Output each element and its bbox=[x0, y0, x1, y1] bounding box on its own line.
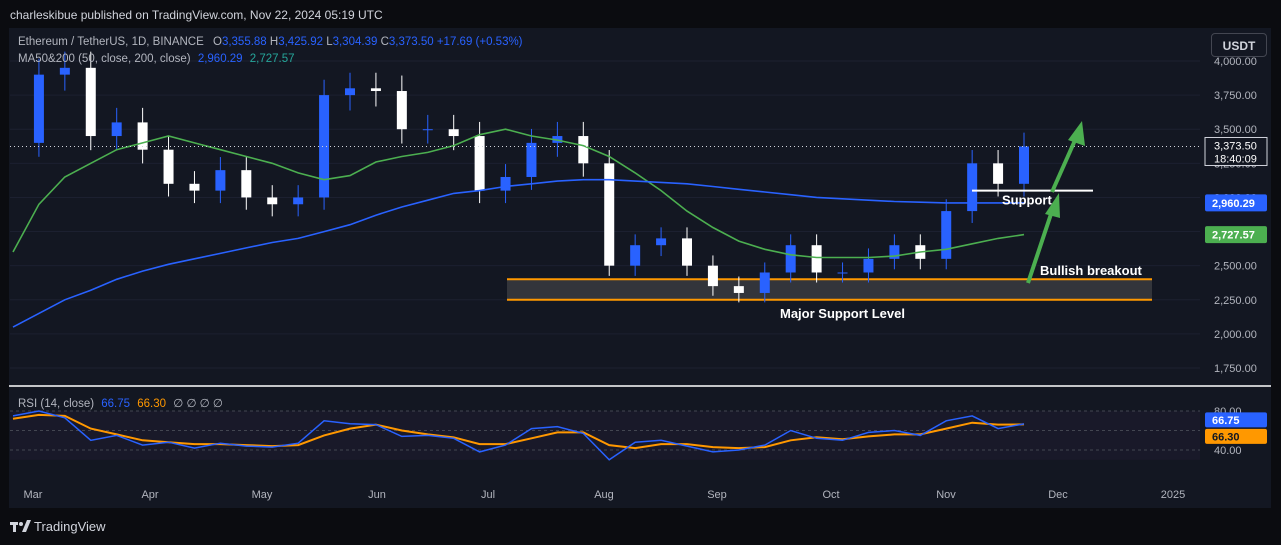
tradingview-logo-icon bbox=[10, 520, 31, 532]
candle bbox=[370, 88, 381, 92]
candle bbox=[267, 197, 278, 205]
ma200-line bbox=[12, 178, 1024, 328]
candle bbox=[604, 163, 615, 266]
bullish-breakout-label: Bullish breakout bbox=[1040, 263, 1143, 278]
change-value: +17.69 (+0.53%) bbox=[436, 36, 523, 48]
grid bbox=[9, 60, 1271, 387]
major-support-label: Major Support Level bbox=[780, 306, 905, 321]
symbol-name: Ethereum / TetherUS, 1D, BINANCE bbox=[18, 36, 204, 48]
price-tick: 3,500.00 bbox=[1214, 124, 1257, 136]
rsi-tick: 40.00 bbox=[1214, 445, 1242, 457]
price-tick: 2,250.00 bbox=[1214, 295, 1257, 307]
symbol-legend: Ethereum / TetherUS, 1D, BINANCE O3,355.… bbox=[18, 36, 523, 48]
rsi-band bbox=[10, 411, 1200, 460]
high-value: 3,425.92 bbox=[278, 36, 323, 48]
candle bbox=[474, 136, 485, 191]
rsi-extra: ∅ ∅ ∅ ∅ bbox=[173, 398, 223, 410]
rsi-ma-tag: 66.30 bbox=[1212, 431, 1240, 443]
price-tick: 2,000.00 bbox=[1214, 329, 1257, 341]
candle bbox=[630, 245, 641, 266]
ma-label: MA50&200 (50, close, 200, close) bbox=[18, 53, 191, 65]
candle bbox=[759, 272, 770, 293]
candle bbox=[293, 197, 304, 205]
time-tick: Jun bbox=[368, 489, 386, 501]
close-label: C bbox=[380, 36, 389, 48]
arrow-shaft-upper bbox=[1050, 137, 1078, 193]
ma200-value: 2,727.57 bbox=[249, 53, 295, 65]
price-axis: 4,000.003,750.003,500.003,250.003,000.00… bbox=[1204, 56, 1268, 457]
candle bbox=[733, 286, 744, 293]
currency-button[interactable]: USDT bbox=[1211, 33, 1267, 57]
rsi-panel bbox=[10, 410, 1200, 461]
arrow-head-upper bbox=[1068, 121, 1085, 146]
high-label: H bbox=[269, 36, 279, 48]
candle bbox=[656, 238, 667, 246]
candle bbox=[941, 211, 952, 259]
rsi-ma-value: 66.30 bbox=[137, 398, 167, 410]
time-tick: Jul bbox=[481, 489, 495, 501]
candles bbox=[33, 51, 1029, 303]
candle bbox=[111, 122, 122, 137]
countdown-tag: 18:40:09 bbox=[1214, 153, 1257, 165]
ma50-line bbox=[12, 128, 1025, 259]
candle bbox=[59, 67, 70, 75]
time-axis: Mar Apr May Jun Jul Aug Sep Oct Nov Dec 2025 bbox=[24, 489, 1186, 501]
support-zone bbox=[507, 278, 1152, 301]
candle bbox=[500, 176, 511, 191]
ma200-tag: 2,960.29 bbox=[1212, 198, 1255, 210]
rsi-value: 66.75 bbox=[101, 398, 131, 410]
time-tick: Nov bbox=[936, 489, 956, 501]
close-value: 3,373.50 bbox=[388, 36, 434, 48]
price-tick: 3,750.00 bbox=[1214, 90, 1257, 102]
open-label: O bbox=[212, 36, 222, 48]
candle bbox=[189, 183, 200, 191]
candle bbox=[137, 122, 148, 150]
candle bbox=[967, 163, 978, 212]
candle bbox=[993, 163, 1004, 184]
candle bbox=[526, 142, 537, 177]
ma50-value: 2,960.29 bbox=[197, 53, 243, 65]
candle bbox=[319, 95, 330, 198]
candle bbox=[345, 88, 355, 96]
time-tick: Apr bbox=[141, 489, 158, 501]
candle bbox=[837, 272, 848, 274]
time-tick: Mar bbox=[24, 489, 43, 501]
support-label: Support bbox=[1002, 193, 1052, 208]
candle bbox=[863, 258, 874, 273]
candle bbox=[396, 91, 407, 130]
candle bbox=[811, 245, 822, 273]
candle bbox=[33, 74, 44, 143]
candle bbox=[707, 265, 718, 287]
time-tick: Dec bbox=[1048, 489, 1068, 501]
rsi-label: RSI (14, close) bbox=[18, 398, 95, 410]
candle bbox=[785, 245, 796, 273]
ma-legend: MA50&200 (50, close, 200, close) 2,960.2… bbox=[18, 53, 295, 65]
last-price-tag: 3,373.50 bbox=[1214, 140, 1257, 152]
time-tick: Aug bbox=[594, 489, 614, 501]
price-tick: 2,500.00 bbox=[1214, 261, 1257, 273]
candle bbox=[85, 67, 96, 137]
price-tick: 1,750.00 bbox=[1214, 363, 1257, 375]
time-tick: Oct bbox=[822, 489, 839, 501]
open-value: 3,355.88 bbox=[221, 36, 267, 48]
candle bbox=[682, 238, 692, 266]
tradingview-brand: TradingView bbox=[34, 519, 106, 534]
candle bbox=[448, 129, 459, 137]
footer bbox=[0, 508, 1281, 545]
candle bbox=[1019, 146, 1029, 184]
rsi-tag: 66.75 bbox=[1212, 415, 1240, 427]
candle bbox=[241, 170, 252, 198]
support-zone-fill bbox=[507, 279, 1152, 300]
candle bbox=[422, 129, 433, 131]
candle bbox=[215, 170, 226, 191]
time-tick: 2025 bbox=[1161, 489, 1185, 501]
low-value: 3,304.39 bbox=[332, 36, 378, 48]
candle bbox=[163, 149, 174, 184]
time-tick: May bbox=[252, 489, 273, 501]
price-chart[interactable]: Support Bullish breakout Major Support Lev… bbox=[0, 0, 1281, 545]
rsi-legend: RSI (14, close) 66.75 66.30 ∅ ∅ ∅ ∅ bbox=[18, 396, 223, 410]
ma50-tag: 2,727.57 bbox=[1212, 230, 1255, 242]
candle bbox=[578, 136, 589, 164]
time-tick: Sep bbox=[707, 489, 727, 501]
